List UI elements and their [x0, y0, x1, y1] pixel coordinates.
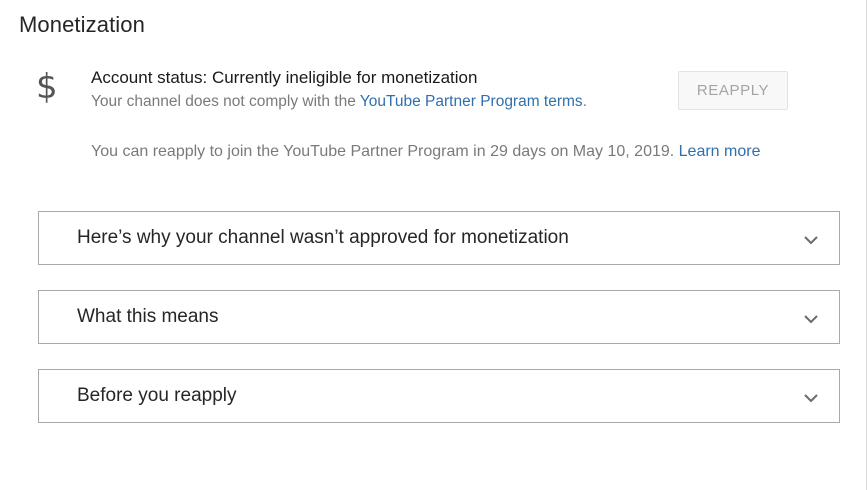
- reapply-button[interactable]: REAPPLY: [678, 71, 788, 110]
- reapply-info-message: You can reapply to join the YouTube Part…: [91, 143, 679, 160]
- accordion-label: Here’s why your channel wasn’t approved …: [77, 227, 569, 248]
- accordion-why-not-approved[interactable]: Here’s why your channel wasn’t approved …: [38, 211, 840, 265]
- dollar-icon: $: [36, 67, 58, 107]
- reapply-info-text: You can reapply to join the YouTube Part…: [91, 143, 760, 161]
- page-title: Monetization: [19, 12, 145, 37]
- accordion-label: What this means: [77, 306, 219, 327]
- accordion-what-this-means[interactable]: What this means: [38, 290, 840, 344]
- account-status-text: Account status: Currently ineligible for…: [91, 68, 478, 87]
- accordion-before-you-reapply[interactable]: Before you reapply: [38, 369, 840, 423]
- comply-prefix: Your channel does not comply with the: [91, 93, 360, 110]
- chevron-down-icon: [804, 394, 818, 403]
- chevron-down-icon: [804, 315, 818, 324]
- comply-suffix: .: [582, 93, 587, 110]
- chevron-down-icon: [804, 236, 818, 245]
- learn-more-link[interactable]: Learn more: [679, 143, 761, 160]
- monetization-page: Monetization $ Account status: Currently…: [0, 0, 867, 490]
- comply-text: Your channel does not comply with the Yo…: [91, 93, 587, 111]
- partner-program-terms-link[interactable]: YouTube Partner Program terms: [360, 93, 583, 110]
- accordion-label: Before you reapply: [77, 385, 237, 406]
